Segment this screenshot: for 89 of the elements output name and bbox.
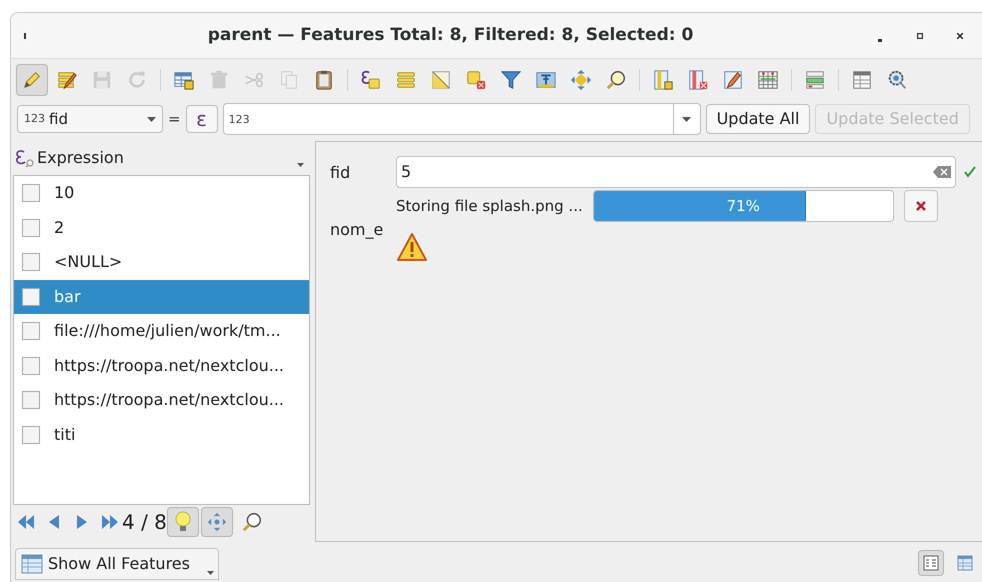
zoom-icon xyxy=(605,69,627,91)
checkbox[interactable] xyxy=(22,356,40,375)
clipboard-icon xyxy=(313,69,335,91)
type-label: 123 xyxy=(24,110,45,127)
last-button[interactable] xyxy=(100,512,120,532)
panel-header: Expression xyxy=(37,147,124,169)
lightbulb-icon xyxy=(174,511,192,533)
clear-icon[interactable] xyxy=(933,166,951,178)
dropdown-caret-icon xyxy=(682,116,692,122)
grid-icon xyxy=(757,69,779,91)
item-label: https://troopa.net/nextclou... xyxy=(54,354,284,377)
window-icon xyxy=(851,69,873,91)
item-label: file:///home/julien/work/tm... xyxy=(54,320,281,342)
trash-icon xyxy=(208,69,230,91)
invert-selection-icon xyxy=(430,69,452,91)
form-rows-icon xyxy=(804,69,826,91)
first-icon xyxy=(16,512,36,532)
table-pin-icon xyxy=(535,69,557,91)
column-star-icon xyxy=(652,69,674,91)
list-item[interactable]: https://troopa.net/nextclou... xyxy=(14,348,309,383)
list-item[interactable]: bar xyxy=(14,280,309,314)
zoom-icon xyxy=(240,511,263,533)
filter-icon xyxy=(500,69,522,91)
save-icon xyxy=(91,69,113,91)
zoom-button[interactable] xyxy=(240,511,263,533)
first-button[interactable] xyxy=(16,512,36,532)
highlight-button[interactable] xyxy=(166,507,199,537)
field-name: fid xyxy=(49,108,69,130)
maximize-icon xyxy=(917,32,923,38)
deselect-icon xyxy=(465,69,487,91)
expression-button[interactable]: ε xyxy=(186,105,218,133)
list-item[interactable]: file:///home/julien/work/tm... xyxy=(14,314,309,348)
rows-icon xyxy=(395,69,417,91)
field-dropdown[interactable]: 123 fid xyxy=(17,105,163,133)
minimize-icon xyxy=(878,38,882,42)
form-view-button[interactable] xyxy=(918,550,944,576)
table-star-icon xyxy=(173,69,195,91)
value-field[interactable]: 123 xyxy=(222,103,673,135)
upload-status: Storing file splash.png ... xyxy=(396,196,583,217)
checkbox[interactable] xyxy=(22,391,40,410)
list-item[interactable]: titi xyxy=(14,418,309,452)
progress-reading: 71% xyxy=(726,196,761,217)
dropdown-caret-icon xyxy=(207,571,214,575)
item-label: 10 xyxy=(54,182,74,204)
dropdown-caret-icon xyxy=(147,116,156,122)
item-label: 2 xyxy=(54,216,64,239)
dropdown-button[interactable] xyxy=(672,103,701,135)
column-delete-icon xyxy=(687,69,709,91)
window-title: parent — Features Total: 8, Filtered: 8, Selected: 0 xyxy=(206,24,694,47)
item-label: https://troopa.net/nextclou... xyxy=(54,389,284,412)
copy-icon xyxy=(278,69,300,91)
close-icon xyxy=(916,201,926,211)
table-view-icon xyxy=(957,555,973,571)
table-icon xyxy=(21,554,43,574)
close-icon xyxy=(957,32,963,38)
form-view-icon xyxy=(923,555,939,571)
checkbox[interactable] xyxy=(22,253,40,272)
pencil-button[interactable] xyxy=(16,64,48,96)
edit-rows-icon xyxy=(56,69,78,91)
list-item[interactable]: https://troopa.net/nextclou... xyxy=(14,383,309,418)
cancel-button[interactable] xyxy=(904,190,938,222)
search-gear-icon xyxy=(886,69,908,91)
last-icon xyxy=(100,512,120,532)
item-label: <NULL> xyxy=(54,251,122,274)
item-label: titi xyxy=(54,424,76,446)
checkbox[interactable] xyxy=(22,288,40,306)
expression-select-icon xyxy=(360,69,382,91)
item-label: bar xyxy=(54,286,81,308)
pencil-table-icon xyxy=(722,69,744,91)
record-position: 4 / 8 xyxy=(122,509,167,536)
checkbox[interactable] xyxy=(22,322,40,340)
list-item[interactable]: 2 xyxy=(14,210,309,245)
show-all-features-button[interactable]: Show All Features xyxy=(15,548,219,580)
list-item[interactable]: <NULL> xyxy=(14,245,309,280)
pan-arrows-icon xyxy=(206,512,227,532)
field-label: fid xyxy=(330,162,352,184)
update-button[interactable]: Update All xyxy=(706,104,810,134)
checkbox[interactable] xyxy=(22,218,40,237)
operator-label: = xyxy=(168,108,181,130)
list-item[interactable]: 10 xyxy=(14,176,309,210)
checkbox[interactable] xyxy=(22,426,40,444)
window-menu-icon[interactable] xyxy=(23,32,27,40)
text-field[interactable]: 5 xyxy=(396,156,956,188)
field-label: nom_e xyxy=(330,219,382,241)
pan-arrows-icon xyxy=(570,69,592,91)
dropdown-caret-icon[interactable] xyxy=(297,163,304,167)
checkbox[interactable] xyxy=(22,184,40,202)
pan-button[interactable] xyxy=(200,507,233,537)
pencil-icon xyxy=(21,69,43,91)
